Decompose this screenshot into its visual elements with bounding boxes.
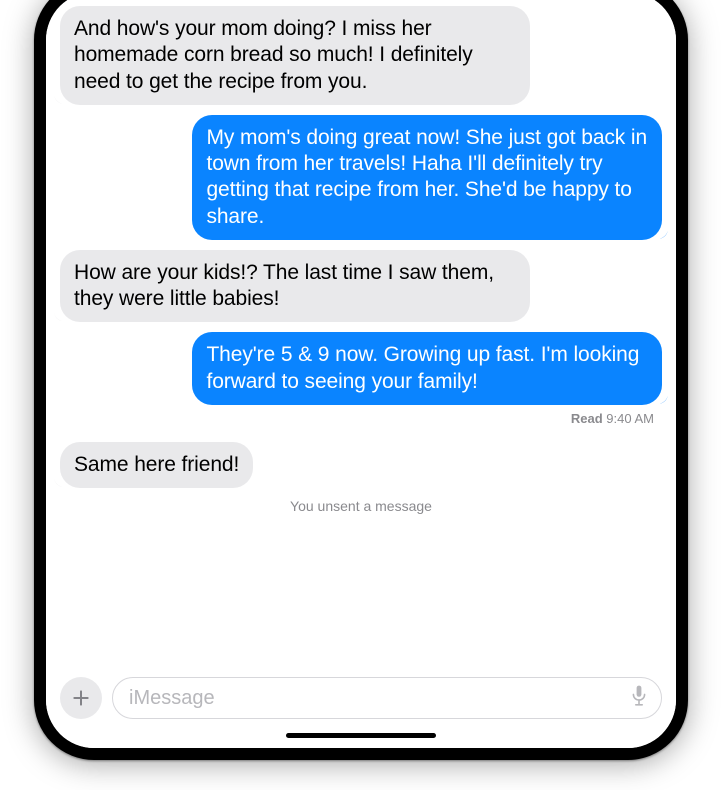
message-input[interactable]: iMessage xyxy=(112,677,662,719)
dictation-button[interactable] xyxy=(629,684,649,713)
message-bubble: They're 5 & 9 now. Growing up fast. I'm … xyxy=(192,332,662,405)
message-row-incoming[interactable]: And how's your mom doing? I miss her hom… xyxy=(60,6,662,105)
message-bubble: And how's your mom doing? I miss her hom… xyxy=(60,6,530,105)
message-row-outgoing[interactable]: My mom's doing great now! She just got b… xyxy=(60,115,662,240)
messages-screen: And how's your mom doing? I miss her hom… xyxy=(46,0,676,748)
phone-frame: And how's your mom doing? I miss her hom… xyxy=(34,0,688,760)
home-indicator[interactable] xyxy=(286,733,436,738)
message-bubble: My mom's doing great now! She just got b… xyxy=(192,115,662,240)
conversation-thread[interactable]: And how's your mom doing? I miss her hom… xyxy=(46,0,676,669)
message-row-incoming[interactable]: Same here friend! xyxy=(60,442,662,488)
message-input-placeholder: iMessage xyxy=(129,687,629,710)
read-time: 9:40 AM xyxy=(606,411,654,426)
message-row-outgoing[interactable]: They're 5 & 9 now. Growing up fast. I'm … xyxy=(60,332,662,405)
microphone-icon xyxy=(629,684,649,708)
message-composer: iMessage xyxy=(46,669,676,731)
read-receipt: Read 9:40 AM xyxy=(571,411,654,426)
plus-icon xyxy=(71,688,91,708)
read-status: Read xyxy=(571,411,603,426)
message-bubble: Same here friend! xyxy=(60,442,253,488)
message-bubble: How are your kids!? The last time I saw … xyxy=(60,250,530,323)
add-attachment-button[interactable] xyxy=(60,677,102,719)
system-note-unsent: You unsent a message xyxy=(60,498,662,514)
message-row-incoming[interactable]: How are your kids!? The last time I saw … xyxy=(60,250,662,323)
